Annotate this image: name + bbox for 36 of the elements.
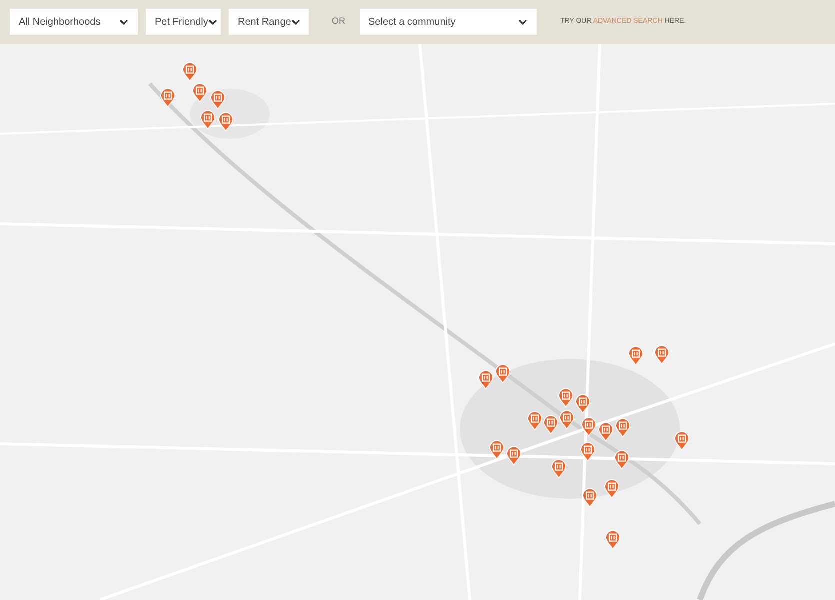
map-pin-icon[interactable] xyxy=(605,530,621,550)
map-pin-icon[interactable] xyxy=(628,346,644,366)
map-pin-icon[interactable] xyxy=(160,88,176,108)
map-pin-icon[interactable] xyxy=(582,488,598,508)
map-pin-icon[interactable] xyxy=(558,388,574,408)
chevron-down-icon xyxy=(119,17,129,27)
map-pin-icon[interactable] xyxy=(182,62,198,82)
map-pin-icon[interactable] xyxy=(551,459,567,479)
map-pin-icon[interactable] xyxy=(495,364,511,384)
filter-dropdown[interactable]: Rent Range xyxy=(229,9,309,35)
map-pin-icon[interactable] xyxy=(575,394,591,414)
map-pin-icon[interactable] xyxy=(615,418,631,438)
map-pin-icon[interactable] xyxy=(580,442,596,462)
or-label: OR xyxy=(332,15,346,28)
map-pin-icon[interactable] xyxy=(598,422,614,442)
map-pin-icon[interactable] xyxy=(506,446,522,466)
map-pin-icon[interactable] xyxy=(654,345,670,365)
map-pin-icon[interactable] xyxy=(478,370,494,390)
map-pin-icon[interactable] xyxy=(527,411,543,431)
filter-dropdown[interactable]: All Neighborhoods xyxy=(10,9,138,35)
chevron-down-icon xyxy=(291,17,302,27)
map-pin-icon[interactable] xyxy=(604,479,620,499)
map-pin-icon[interactable] xyxy=(674,431,690,451)
chevron-down-icon xyxy=(208,17,218,27)
filter-dropdown[interactable]: Pet Friendly xyxy=(146,9,221,35)
chevron-down-icon xyxy=(518,17,528,27)
map-pin-icon[interactable] xyxy=(559,410,575,430)
map-pin-icon[interactable] xyxy=(192,83,208,103)
map-pin-icon[interactable] xyxy=(614,450,630,470)
map-pin-icon[interactable] xyxy=(543,415,559,435)
community-dropdown[interactable]: Select a community xyxy=(360,9,536,35)
map-pin-icon[interactable] xyxy=(581,417,597,437)
map-pin-icon[interactable] xyxy=(200,110,216,130)
map-pin-icon[interactable] xyxy=(489,440,505,460)
map-pin-icon[interactable] xyxy=(210,90,226,110)
map-pin-icon[interactable] xyxy=(218,112,234,132)
